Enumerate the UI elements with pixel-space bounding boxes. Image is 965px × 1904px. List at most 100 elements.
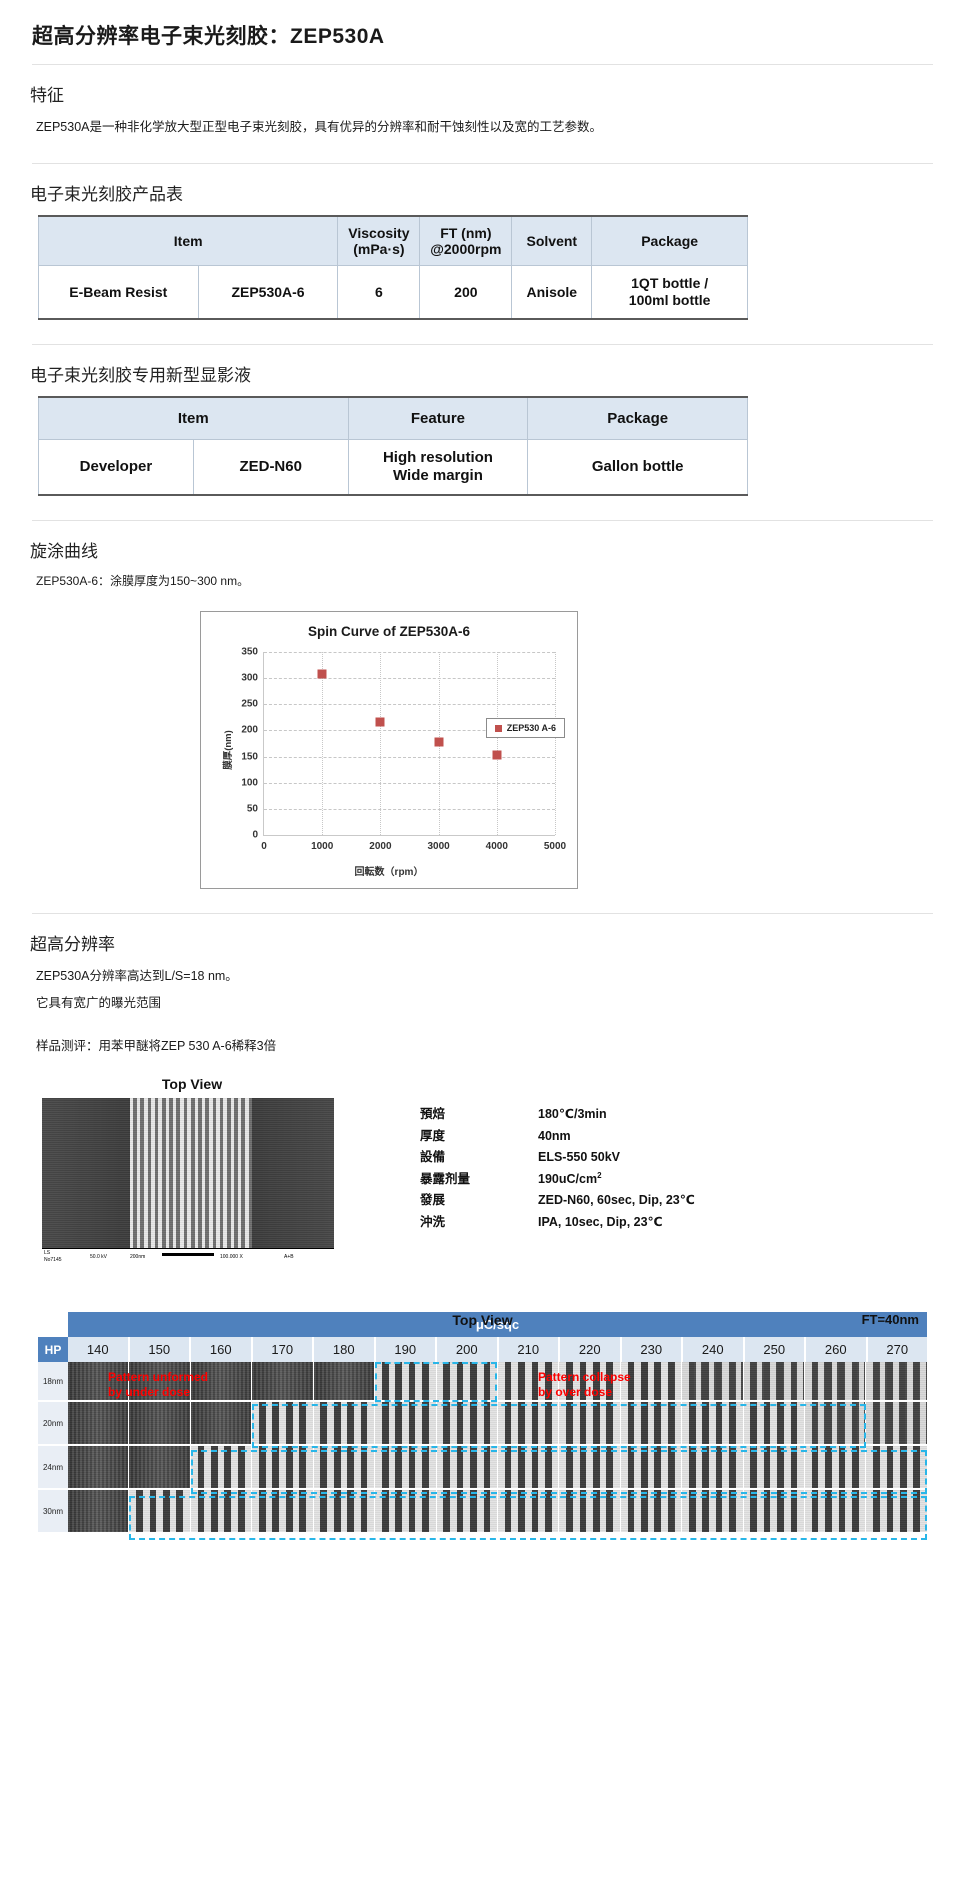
dose-matrix-cell[interactable] — [743, 1490, 806, 1533]
dose-matrix-cell[interactable] — [313, 1402, 376, 1445]
dose-matrix-cell[interactable] — [866, 1402, 927, 1445]
chart-data-point — [375, 717, 385, 727]
dose-matrix-cell[interactable] — [559, 1490, 621, 1533]
dose-matrix-cell[interactable] — [190, 1402, 253, 1445]
dose-matrix-cell[interactable] — [252, 1490, 314, 1533]
dose-matrix-cell[interactable] — [682, 1362, 744, 1401]
dose-matrix-cell[interactable] — [190, 1446, 253, 1489]
param-row: 沖洗 IPA, 10sec, Dip, 23℃ — [420, 1212, 695, 1234]
param-row: 設備 ELS-550 50kV — [420, 1147, 695, 1169]
param-value-superscript: 2 — [597, 1170, 602, 1180]
dose-matrix-cell[interactable] — [436, 1446, 498, 1489]
dose-matrix-cells — [68, 1402, 927, 1445]
chart-x-tick: 0 — [261, 841, 267, 853]
dose-matrix-cell[interactable] — [375, 1402, 437, 1445]
dose-matrix-cell[interactable] — [129, 1490, 191, 1533]
dose-matrix-cell[interactable] — [436, 1402, 498, 1445]
dose-matrix-cell[interactable] — [559, 1446, 621, 1489]
dose-matrix-cell[interactable] — [497, 1490, 560, 1533]
dose-matrix-cell[interactable] — [190, 1490, 253, 1533]
cell-solvent: Anisole — [511, 265, 593, 320]
dose-matrix-cell[interactable] — [436, 1362, 498, 1401]
dose-matrix-dose-header: 180 — [314, 1337, 376, 1363]
dose-matrix-cell[interactable] — [743, 1362, 806, 1401]
section-heading-spin-curve: 旋涂曲线 — [30, 542, 98, 562]
chart-legend: ZEP530 A-6 — [485, 718, 565, 739]
dose-matrix-cell[interactable] — [866, 1362, 927, 1401]
param-value: 190uC/cm2 — [538, 1169, 602, 1191]
chart-gridline-h — [264, 756, 555, 758]
dose-matrix-dose-headers: 140 150 160 170 180 190 200 210 220 230 240 250 260 2… — [68, 1337, 927, 1363]
param-row: 發展 ZED-N60, 60sec, Dip, 23℃ — [420, 1190, 695, 1212]
col-header-package: Package — [527, 396, 748, 441]
annotation-over-dose: Pattern collapse by over dose — [538, 1370, 631, 1400]
dose-matrix-cell[interactable] — [129, 1402, 191, 1445]
dose-matrix-row-label: 20nm — [38, 1402, 68, 1445]
developer-table: Item Feature Package Developer ZED-N60 H… — [38, 395, 748, 497]
dose-matrix-cell[interactable] — [68, 1446, 130, 1489]
dose-matrix-cell[interactable] — [68, 1402, 130, 1445]
dose-matrix-cell[interactable] — [866, 1446, 927, 1489]
param-value: ELS-550 50kV — [538, 1150, 620, 1165]
cell-package: Gallon bottle — [527, 439, 748, 496]
dose-matrix-dose-header: 270 — [867, 1337, 927, 1363]
dose-matrix-cell[interactable] — [313, 1362, 376, 1401]
dose-matrix-cell[interactable] — [866, 1490, 927, 1533]
dose-matrix-cell[interactable] — [805, 1446, 867, 1489]
dose-matrix-cell[interactable] — [375, 1446, 437, 1489]
chart-data-point — [434, 737, 444, 747]
annotation-over-dose-line2: by over dose — [538, 1385, 613, 1400]
col-header-package: Package — [591, 215, 748, 267]
dose-matrix-cell[interactable] — [805, 1402, 867, 1445]
dose-matrix-cell[interactable] — [743, 1446, 806, 1489]
dose-matrix-cell[interactable] — [313, 1446, 376, 1489]
chart-x-tick: 3000 — [427, 841, 450, 853]
chart-gridline-v — [496, 652, 498, 836]
dose-matrix-cell[interactable] — [559, 1402, 621, 1445]
dose-matrix-cell[interactable] — [252, 1402, 314, 1445]
param-key: 設備 — [420, 1150, 446, 1165]
dose-matrix-cell[interactable] — [682, 1446, 744, 1489]
col-header-viscosity-line1: Viscosity — [348, 225, 410, 241]
dose-matrix-cell[interactable] — [436, 1490, 498, 1533]
annotation-under-dose: Pattern unformed by under dose — [108, 1370, 208, 1400]
dose-matrix-cell[interactable] — [313, 1490, 376, 1533]
dose-matrix-cell[interactable] — [497, 1446, 560, 1489]
dose-matrix-cell[interactable] — [252, 1362, 314, 1401]
dose-matrix-cell[interactable] — [620, 1446, 683, 1489]
dose-matrix-cell[interactable] — [375, 1362, 437, 1401]
table-header-row: Item Feature Package — [38, 396, 748, 441]
section-heading-features: 特征 — [30, 86, 64, 105]
dose-matrix-cell[interactable] — [805, 1362, 867, 1401]
dose-matrix-cell[interactable] — [68, 1490, 130, 1533]
dose-matrix-header-row: HP 140 150 160 170 180 190 200 210 220 230 240 250 2… — [38, 1337, 927, 1363]
dose-matrix-cell[interactable] — [620, 1490, 683, 1533]
document-page: 超高分辨率电子束光刻胶：ZEP530A 特征 ZEP530A是一种非化学放大型正… — [0, 0, 965, 1564]
dose-matrix-cell[interactable] — [620, 1402, 683, 1445]
dose-matrix-cell[interactable] — [682, 1490, 744, 1533]
dose-matrix-cell[interactable] — [129, 1446, 191, 1489]
dose-matrix-dose-header: 220 — [560, 1337, 622, 1363]
dose-matrix-cell[interactable] — [375, 1490, 437, 1533]
dose-matrix-cell[interactable] — [743, 1402, 806, 1445]
sem-scale-rule-icon — [162, 1253, 214, 1257]
cell-item-type: Developer — [38, 439, 194, 496]
dose-matrix-cell[interactable] — [497, 1402, 560, 1445]
legend-label: ZEP530 A-6 — [506, 723, 556, 734]
dose-matrix-cell[interactable] — [252, 1446, 314, 1489]
spin-curve-chart: Spin Curve of ZEP530A-6 膜厚(nm) 回転数（rpm） … — [200, 611, 578, 890]
dose-matrix-cell[interactable] — [805, 1490, 867, 1533]
sem-scale-length: 200nm — [130, 1254, 146, 1261]
table-row: E-Beam Resist ZEP530A-6 6 200 Anisole 1Q… — [38, 265, 748, 320]
param-value: IPA, 10sec, Dip, 23℃ — [538, 1214, 663, 1229]
chart-y-tick: 0 — [252, 829, 258, 841]
legend-swatch-icon — [494, 724, 502, 732]
features-text: ZEP530A是一种非化学放大型正型电子束光刻胶，具有优异的分辨率和耐干蚀刻性以… — [36, 120, 603, 134]
param-key: 發展 — [420, 1193, 446, 1208]
dose-matrix-cell[interactable] — [682, 1402, 744, 1445]
col-header-ft-line1: FT (nm) — [440, 225, 492, 241]
cell-item-name: ZEP530A-6 — [197, 265, 339, 320]
param-row: 厚度 40nm — [420, 1126, 695, 1148]
param-key: 預焙 — [420, 1107, 446, 1122]
chart-x-tick: 1000 — [311, 841, 334, 853]
